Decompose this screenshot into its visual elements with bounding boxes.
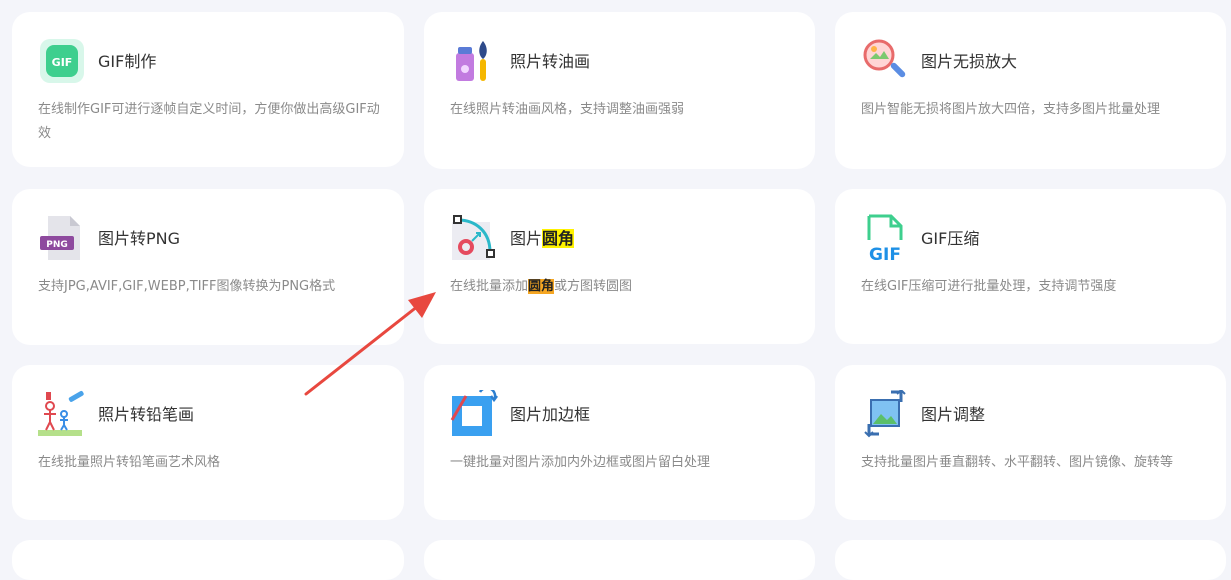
- card-title: 照片转铅笔画: [98, 405, 195, 424]
- card-description: 支持JPG,AVIF,GIF,WEBP,TIFF图像转换为PNG格式: [38, 279, 336, 294]
- card-image-adjust[interactable]: 图片调整 支持批量图片垂直翻转、水平翻转、图片镜像、旋转等: [835, 365, 1226, 520]
- gif-compress-icon: GIF: [867, 214, 903, 262]
- card-rounded-corners[interactable]: 图片圆角 在线批量添加圆角或方图转圆图: [424, 189, 815, 344]
- card-title: 图片无损放大: [921, 52, 1018, 71]
- card-description: 支持批量图片垂直翻转、水平翻转、图片镜像、旋转等: [861, 455, 1174, 470]
- card-title: GIF制作: [98, 52, 157, 71]
- card-row4-left[interactable]: [12, 540, 404, 580]
- card-title: 图片圆角: [510, 225, 575, 249]
- svg-text:GIF: GIF: [869, 245, 901, 262]
- card-gif-compress[interactable]: GIF GIF压缩 在线GIF压缩可进行批量处理，支持调节强度: [835, 189, 1226, 344]
- magnifier-icon: [863, 39, 906, 78]
- card-title: 图片加边框: [510, 405, 591, 424]
- desc-suffix: 或方图转圆图: [554, 279, 633, 294]
- card-title: 图片转PNG: [98, 229, 181, 248]
- image-adjust-icon: [864, 390, 906, 438]
- card-title: 照片转油画: [510, 52, 591, 71]
- card-row4-right[interactable]: [835, 540, 1226, 580]
- card-gif-maker[interactable]: GIF GIF制作 在线制作GIF可进行逐帧自定义时间，方便你做出高级GIF动效: [12, 12, 404, 167]
- title-prefix: 图片: [510, 229, 543, 248]
- pencil-drawing-icon: [38, 391, 84, 436]
- card-row4-middle[interactable]: [424, 540, 815, 580]
- card-description: 在线批量添加圆角或方图转圆图: [450, 275, 795, 299]
- card-image-to-png[interactable]: PNG 图片转PNG 支持JPG,AVIF,GIF,WEBP,TIFF图像转换为…: [12, 189, 404, 345]
- card-photo-to-oil-painting[interactable]: 照片转油画 在线照片转油画风格，支持调整油画强弱: [424, 12, 815, 169]
- card-description: 图片智能无损将图片放大四倍，支持多图片批量处理: [861, 102, 1161, 117]
- card-description: 在线批量照片转铅笔画艺术风格: [38, 455, 221, 470]
- card-description: 一键批量对图片添加内外边框或图片留白处理: [450, 455, 711, 470]
- gif-maker-icon: GIF: [40, 39, 84, 83]
- svg-text:GIF: GIF: [52, 56, 73, 69]
- svg-text:PNG: PNG: [46, 240, 68, 250]
- title-highlight: 圆角: [542, 229, 575, 248]
- card-photo-to-pencil[interactable]: 照片转铅笔画 在线批量照片转铅笔画艺术风格: [12, 365, 404, 520]
- card-description: 在线制作GIF可进行逐帧自定义时间，方便你做出高级GIF动效: [38, 102, 380, 141]
- desc-highlight: 圆角: [528, 279, 555, 294]
- paint-brush-icon: [456, 41, 487, 81]
- desc-prefix: 在线批量添加: [450, 279, 529, 294]
- card-image-upscale[interactable]: 图片无损放大 图片智能无损将图片放大四倍，支持多图片批量处理: [835, 12, 1226, 169]
- rounded-corner-icon: [452, 215, 495, 260]
- png-file-icon: PNG: [40, 216, 80, 260]
- card-description: 在线照片转油画风格，支持调整油画强弱: [450, 102, 685, 117]
- card-description: 在线GIF压缩可进行批量处理，支持调节强度: [861, 279, 1117, 294]
- card-title: GIF压缩: [921, 229, 980, 248]
- card-title: 图片调整: [921, 405, 986, 424]
- card-image-border[interactable]: 图片加边框 一键批量对图片添加内外边框或图片留白处理: [424, 365, 815, 520]
- image-border-icon: [450, 390, 498, 436]
